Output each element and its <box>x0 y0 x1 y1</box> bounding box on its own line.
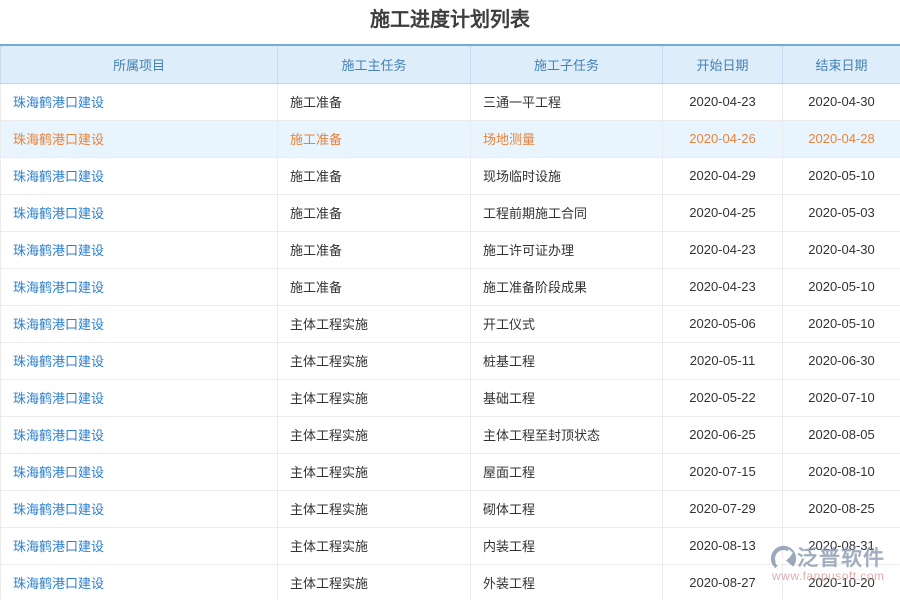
column-header-sub-task: 施工子任务 <box>471 45 663 83</box>
cell-start-date: 2020-04-23 <box>663 83 783 120</box>
cell-main-task: 主体工程实施 <box>278 416 471 453</box>
cell-start-date: 2020-04-25 <box>663 194 783 231</box>
cell-main-task: 主体工程实施 <box>278 379 471 416</box>
column-header-main-task: 施工主任务 <box>278 45 471 83</box>
cell-sub-task: 桩基工程 <box>471 342 663 379</box>
table-row[interactable]: 珠海鹤港口建设主体工程实施桩基工程2020-05-112020-06-30 <box>1 342 900 379</box>
table-row[interactable]: 珠海鹤港口建设施工准备施工准备阶段成果2020-04-232020-05-10 <box>1 268 900 305</box>
cell-sub-task: 开工仪式 <box>471 305 663 342</box>
table-row[interactable]: 珠海鹤港口建设施工准备施工许可证办理2020-04-232020-04-30 <box>1 231 900 268</box>
cell-sub-task: 三通一平工程 <box>471 83 663 120</box>
table-row[interactable]: 珠海鹤港口建设施工准备三通一平工程2020-04-232020-04-30 <box>1 83 900 120</box>
cell-end-date: 2020-05-10 <box>783 268 900 305</box>
table-header: 所属项目 施工主任务 施工子任务 开始日期 结束日期 <box>1 45 900 83</box>
table-body: 珠海鹤港口建设施工准备三通一平工程2020-04-232020-04-30珠海鹤… <box>1 83 900 600</box>
table-row[interactable]: 珠海鹤港口建设施工准备工程前期施工合同2020-04-252020-05-03 <box>1 194 900 231</box>
project-link-cell[interactable]: 珠海鹤港口建设 <box>1 157 278 194</box>
cell-main-task: 主体工程实施 <box>278 342 471 379</box>
cell-sub-task: 现场临时设施 <box>471 157 663 194</box>
project-link-cell[interactable]: 珠海鹤港口建设 <box>1 564 278 600</box>
cell-sub-task: 屋面工程 <box>471 453 663 490</box>
cell-sub-task: 外装工程 <box>471 564 663 600</box>
page-title: 施工进度计划列表 <box>0 0 900 44</box>
cell-start-date: 2020-04-23 <box>663 231 783 268</box>
cell-end-date: 2020-08-05 <box>783 416 900 453</box>
cell-start-date: 2020-08-27 <box>663 564 783 600</box>
project-link-cell[interactable]: 珠海鹤港口建设 <box>1 416 278 453</box>
cell-sub-task: 砌体工程 <box>471 490 663 527</box>
project-link-cell[interactable]: 珠海鹤港口建设 <box>1 305 278 342</box>
cell-start-date: 2020-06-25 <box>663 416 783 453</box>
project-link-cell[interactable]: 珠海鹤港口建设 <box>1 453 278 490</box>
cell-sub-task: 场地测量 <box>471 120 663 157</box>
cell-main-task: 主体工程实施 <box>278 305 471 342</box>
cell-main-task: 施工准备 <box>278 120 471 157</box>
project-link-cell[interactable]: 珠海鹤港口建设 <box>1 342 278 379</box>
cell-end-date: 2020-05-03 <box>783 194 900 231</box>
table-row[interactable]: 珠海鹤港口建设主体工程实施外装工程2020-08-272020-10-20 <box>1 564 900 600</box>
cell-sub-task: 施工许可证办理 <box>471 231 663 268</box>
project-link-cell[interactable]: 珠海鹤港口建设 <box>1 83 278 120</box>
cell-start-date: 2020-05-11 <box>663 342 783 379</box>
cell-end-date: 2020-04-28 <box>783 120 900 157</box>
project-link-cell[interactable]: 珠海鹤港口建设 <box>1 490 278 527</box>
cell-start-date: 2020-04-29 <box>663 157 783 194</box>
cell-sub-task: 基础工程 <box>471 379 663 416</box>
project-link-cell[interactable]: 珠海鹤港口建设 <box>1 379 278 416</box>
table-row[interactable]: 珠海鹤港口建设主体工程实施砌体工程2020-07-292020-08-25 <box>1 490 900 527</box>
table-row[interactable]: 珠海鹤港口建设施工准备场地测量2020-04-262020-04-28 <box>1 120 900 157</box>
cell-start-date: 2020-05-22 <box>663 379 783 416</box>
table-row[interactable]: 珠海鹤港口建设施工准备现场临时设施2020-04-292020-05-10 <box>1 157 900 194</box>
cell-end-date: 2020-04-30 <box>783 83 900 120</box>
cell-main-task: 施工准备 <box>278 194 471 231</box>
cell-end-date: 2020-07-10 <box>783 379 900 416</box>
cell-main-task: 主体工程实施 <box>278 453 471 490</box>
project-link-cell[interactable]: 珠海鹤港口建设 <box>1 231 278 268</box>
column-header-start-date: 开始日期 <box>663 45 783 83</box>
cell-end-date: 2020-05-10 <box>783 305 900 342</box>
table-row[interactable]: 珠海鹤港口建设主体工程实施基础工程2020-05-222020-07-10 <box>1 379 900 416</box>
cell-start-date: 2020-04-26 <box>663 120 783 157</box>
cell-end-date: 2020-08-31 <box>783 527 900 564</box>
cell-sub-task: 内装工程 <box>471 527 663 564</box>
cell-start-date: 2020-08-13 <box>663 527 783 564</box>
column-header-end-date: 结束日期 <box>783 45 900 83</box>
project-link-cell[interactable]: 珠海鹤港口建设 <box>1 268 278 305</box>
project-link-cell[interactable]: 珠海鹤港口建设 <box>1 527 278 564</box>
table-row[interactable]: 珠海鹤港口建设主体工程实施主体工程至封顶状态2020-06-252020-08-… <box>1 416 900 453</box>
project-link-cell[interactable]: 珠海鹤港口建设 <box>1 120 278 157</box>
cell-start-date: 2020-07-15 <box>663 453 783 490</box>
cell-sub-task: 工程前期施工合同 <box>471 194 663 231</box>
cell-main-task: 主体工程实施 <box>278 564 471 600</box>
cell-end-date: 2020-10-20 <box>783 564 900 600</box>
cell-end-date: 2020-08-25 <box>783 490 900 527</box>
cell-main-task: 施工准备 <box>278 157 471 194</box>
progress-plan-table: 所属项目 施工主任务 施工子任务 开始日期 结束日期 珠海鹤港口建设施工准备三通… <box>0 44 900 600</box>
cell-end-date: 2020-05-10 <box>783 157 900 194</box>
cell-sub-task: 施工准备阶段成果 <box>471 268 663 305</box>
cell-main-task: 施工准备 <box>278 231 471 268</box>
cell-start-date: 2020-04-23 <box>663 268 783 305</box>
cell-start-date: 2020-07-29 <box>663 490 783 527</box>
cell-main-task: 主体工程实施 <box>278 527 471 564</box>
table-header-row: 所属项目 施工主任务 施工子任务 开始日期 结束日期 <box>1 45 900 83</box>
table-row[interactable]: 珠海鹤港口建设主体工程实施屋面工程2020-07-152020-08-10 <box>1 453 900 490</box>
project-link-cell[interactable]: 珠海鹤港口建设 <box>1 194 278 231</box>
cell-end-date: 2020-08-10 <box>783 453 900 490</box>
cell-end-date: 2020-06-30 <box>783 342 900 379</box>
cell-start-date: 2020-05-06 <box>663 305 783 342</box>
column-header-project: 所属项目 <box>1 45 278 83</box>
table-row[interactable]: 珠海鹤港口建设主体工程实施开工仪式2020-05-062020-05-10 <box>1 305 900 342</box>
cell-sub-task: 主体工程至封顶状态 <box>471 416 663 453</box>
table-row[interactable]: 珠海鹤港口建设主体工程实施内装工程2020-08-132020-08-31 <box>1 527 900 564</box>
cell-main-task: 施工准备 <box>278 83 471 120</box>
cell-main-task: 施工准备 <box>278 268 471 305</box>
cell-end-date: 2020-04-30 <box>783 231 900 268</box>
cell-main-task: 主体工程实施 <box>278 490 471 527</box>
